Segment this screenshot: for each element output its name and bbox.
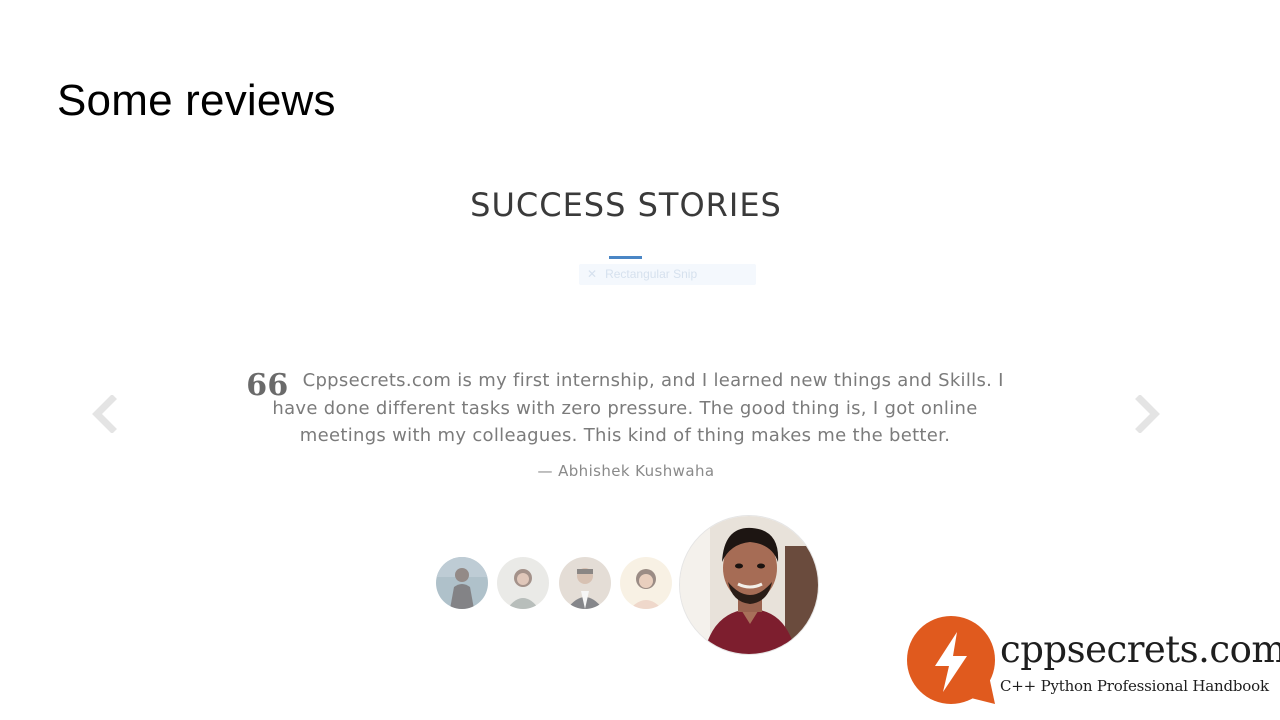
quote-icon: 66 [246,368,289,403]
carousel-next-button[interactable] [1130,394,1164,434]
avatar-active[interactable] [679,515,819,655]
snip-label: Rectangular Snip [605,267,698,281]
snip-icon: ✕ [587,267,598,281]
quote-text: Cppsecrets.com is my first internship, a… [272,370,1004,446]
slide-title: Some reviews [57,76,336,125]
chevron-left-icon [92,394,117,434]
lightning-bolt-icon [907,616,995,704]
section-heading: SUCCESS STORIES [470,186,782,224]
testimonial-quote: 66 Cppsecrets.com is my first internship,… [230,367,1020,450]
brand-tagline: C++ Python Professional Handbook [1000,677,1269,695]
snip-toolbar-ghost: ✕ Rectangular Snip [579,264,756,285]
chevron-right-icon [1135,394,1160,434]
avatar-thumb[interactable] [620,557,672,609]
avatar-thumb[interactable] [559,557,611,609]
brand-name: cppsecrets.com [1000,628,1280,671]
avatar-thumb[interactable] [497,557,549,609]
testimonial-author: — Abhishek Kushwaha [537,462,715,480]
avatar-thumb[interactable] [436,557,488,609]
brand-logo: cppsecrets.com C++ Python Professional H… [905,616,1280,708]
carousel-prev-button[interactable] [88,394,122,434]
heading-underline [609,256,642,259]
